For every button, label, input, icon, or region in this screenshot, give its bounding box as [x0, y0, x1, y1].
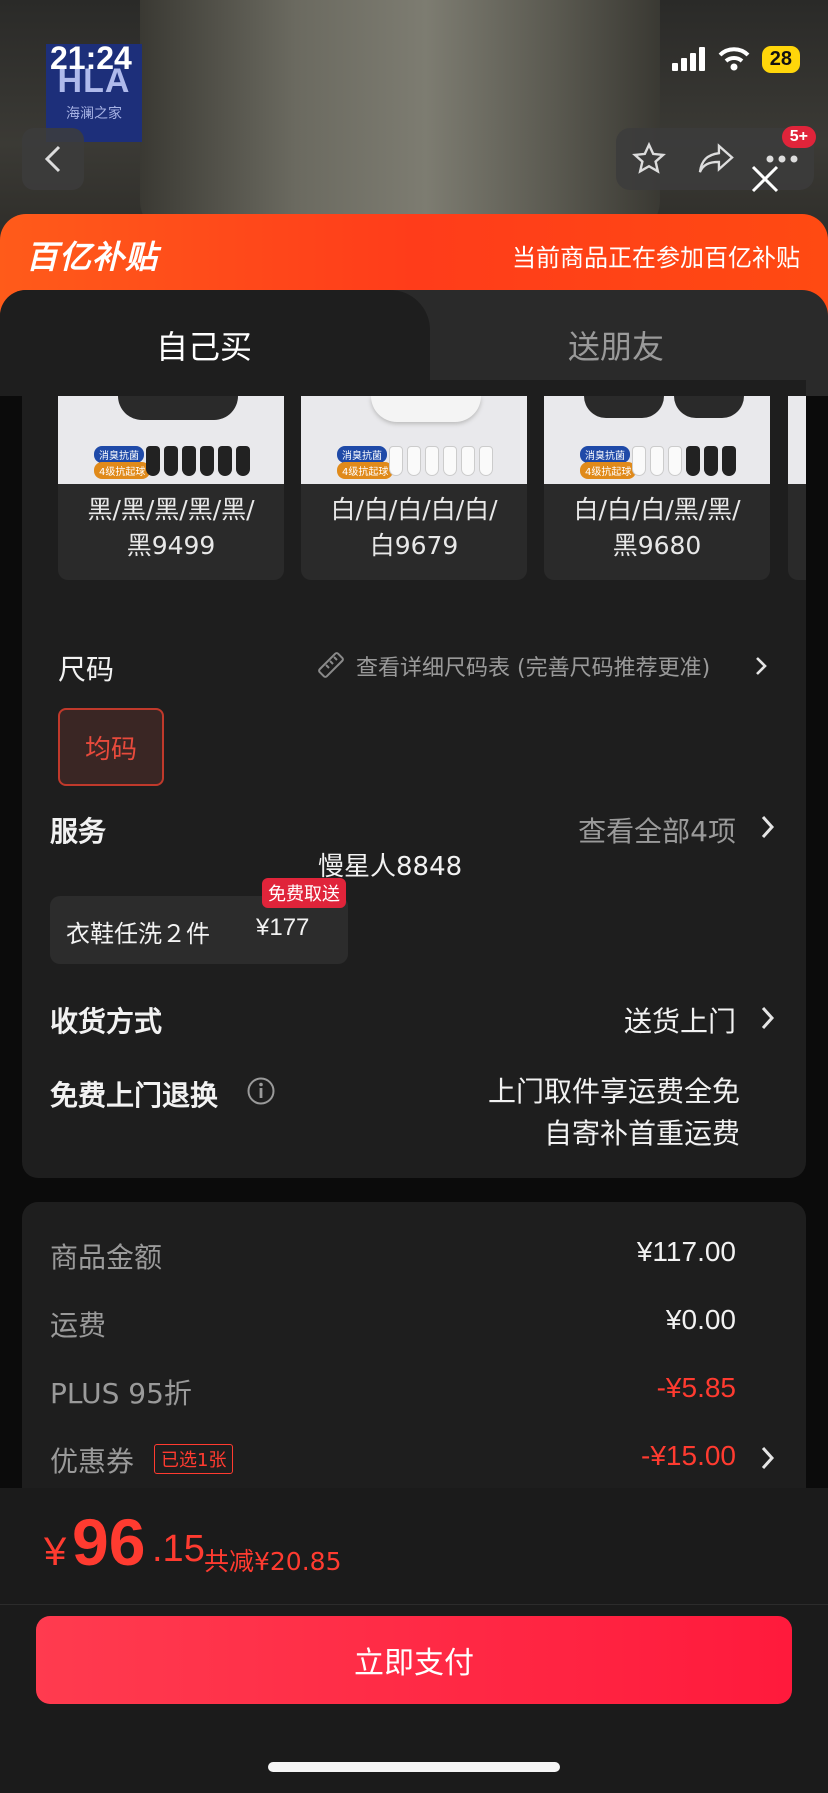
free-pickup-badge: 免费取送: [262, 878, 346, 908]
feature-tag: 消臭抗菌: [337, 446, 387, 463]
back-button[interactable]: [22, 128, 84, 190]
status-icons: 28: [671, 44, 800, 74]
info-icon[interactable]: [246, 1076, 276, 1106]
sock-set-image: [632, 446, 736, 476]
feature-tag: 消臭抗菌: [580, 446, 630, 463]
service-label: 服务: [50, 815, 107, 848]
color-option-label-line1: 白/白/白/黑/黑/: [573, 495, 741, 524]
return-policy-label: 免费上门退换: [50, 1079, 219, 1112]
wifi-icon: [718, 47, 750, 71]
footer-divider: [0, 1604, 828, 1605]
chevron-right-icon[interactable]: [754, 655, 768, 677]
color-option-label-line1: 白/白/白/白/白/: [330, 495, 498, 524]
price-integer: 96: [72, 1505, 146, 1579]
coupon-value[interactable]: -¥15.00: [641, 1440, 736, 1472]
star-icon[interactable]: [631, 141, 667, 177]
price-currency: ¥: [44, 1530, 67, 1574]
message-count-badge: 5+: [781, 126, 816, 148]
sock-set-image: [146, 446, 250, 476]
delivery-label: 收货方式: [50, 1005, 163, 1038]
chevron-right-icon[interactable]: [760, 1445, 776, 1471]
product-thumbnail: 消臭抗菌 4级抗起球: [58, 396, 284, 484]
return-policy-line2: 自寄补首重运费: [543, 1117, 740, 1150]
feature-tag: 4级抗起球: [337, 462, 394, 479]
product-thumbnail: 消臭抗菌 4级抗起球: [544, 396, 770, 484]
color-option-label-line2: 白9679: [369, 531, 459, 560]
sock-set-image: [389, 446, 493, 476]
product-photo: [140, 0, 660, 240]
color-option-white[interactable]: 消臭抗菌 4级抗起球 白/白/白/白/白/ 白9679: [301, 396, 527, 580]
service-item-price: ¥177: [256, 914, 310, 941]
brand-logo-subtext: 海澜之家: [66, 106, 122, 122]
product-thumbnail: 消臭抗菌 4级抗起球: [301, 396, 527, 484]
color-option-label-line2: 黑9680: [612, 531, 702, 560]
feature-tag: 4级抗起球: [580, 462, 637, 479]
coupon-selected-tag: 已选1张: [154, 1444, 234, 1474]
color-option-label: 白/白/白/白/白/ 白9679: [301, 492, 527, 564]
share-icon[interactable]: [697, 142, 735, 176]
service-view-all[interactable]: 查看全部4项: [578, 810, 736, 850]
chevron-right-icon[interactable]: [760, 1005, 776, 1031]
color-option-label: 白/白/白/黑/黑/ 黑9680: [544, 492, 770, 564]
close-icon[interactable]: [748, 162, 782, 196]
total-reduction: 共减¥20.85: [204, 1547, 342, 1576]
goods-amount-label: 商品金额: [50, 1241, 163, 1274]
color-option-mixed[interactable]: 消臭抗菌 4级抗起球 白/白/白/黑/黑/ 黑9680: [544, 396, 770, 580]
pay-now-button[interactable]: 立即支付: [36, 1616, 792, 1704]
color-option-label-line2: 黑9499: [126, 531, 216, 560]
service-item-name: 衣鞋任洗２件: [66, 920, 210, 948]
subsidy-logo: 百亿补贴: [26, 238, 159, 276]
battery-indicator: 28: [761, 45, 800, 73]
return-policy-line1: 上门取件享运费全免: [487, 1075, 740, 1108]
home-indicator[interactable]: [268, 1762, 560, 1772]
plus-discount-value: -¥5.85: [656, 1372, 736, 1403]
size-label: 尺码: [58, 653, 115, 686]
chevron-right-icon[interactable]: [760, 814, 776, 840]
feature-tag: 4级抗起球: [94, 462, 151, 479]
signal-icon: [671, 47, 705, 71]
goods-amount-value: ¥117.00: [636, 1236, 736, 1267]
shipping-label: 运费: [50, 1309, 107, 1342]
color-option-partial[interactable]: [788, 396, 806, 580]
tab-gift-friend[interactable]: 送朋友: [568, 322, 664, 368]
status-time: 21:24: [50, 40, 132, 76]
delivery-value[interactable]: 送货上门: [624, 1000, 736, 1040]
chevron-left-icon: [44, 145, 61, 173]
color-option-label-line1: 黑/黑/黑/黑/黑/: [87, 495, 255, 524]
subsidy-message: 当前商品正在参加百亿补贴: [512, 244, 800, 272]
coupon-label: 优惠券: [50, 1445, 135, 1478]
color-option-black[interactable]: 消臭抗菌 4级抗起球 黑/黑/黑/黑/黑/ 黑9499: [58, 396, 284, 580]
size-chart-link[interactable]: 查看详细尺码表 (完善尺码推荐更准): [356, 650, 710, 682]
shipping-value: ¥0.00: [665, 1304, 736, 1335]
color-option-label: 黑/黑/黑/黑/黑/ 黑9499: [58, 492, 284, 564]
ruler-icon: [318, 652, 344, 678]
size-option-onesize[interactable]: 均码: [58, 708, 164, 786]
feature-tag: 消臭抗菌: [94, 446, 144, 463]
plus-discount-label: PLUS 95折: [50, 1377, 192, 1410]
price-decimal: .15: [152, 1528, 205, 1570]
tab-buy-self[interactable]: 自己买: [156, 322, 252, 368]
